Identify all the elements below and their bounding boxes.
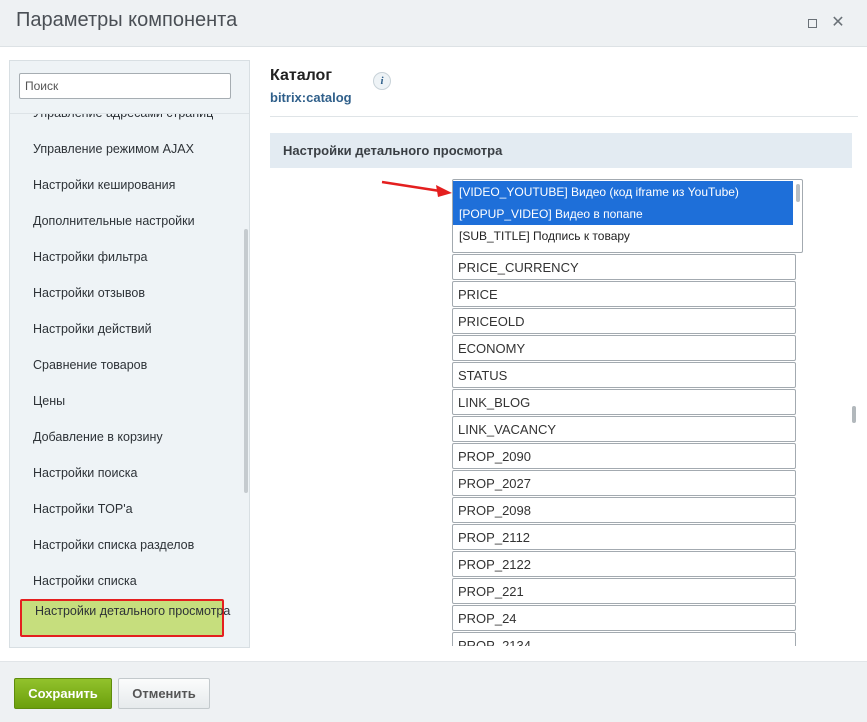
- sidebar-item[interactable]: Настройки кеширования: [10, 167, 240, 203]
- sidebar-scrollbar[interactable]: [244, 229, 248, 493]
- property-inputs: [452, 254, 796, 646]
- main-scrollbar[interactable]: [852, 406, 856, 423]
- sidebar-item[interactable]: Сравнение товаров: [10, 347, 240, 383]
- sidebar-item[interactable]: Настройки отзывов: [10, 275, 240, 311]
- info-icon[interactable]: i: [373, 72, 391, 90]
- property-code-input[interactable]: [452, 524, 796, 550]
- multiselect-option[interactable]: [VIDEO_YOUTUBE] Видео (код iframe из You…: [453, 181, 793, 203]
- component-title: Каталог: [270, 67, 332, 84]
- sidebar-item[interactable]: Управление режимом AJAX: [10, 131, 240, 167]
- property-code-input[interactable]: [452, 497, 796, 523]
- property-code-input[interactable]: [452, 335, 796, 361]
- sidebar-item[interactable]: Настройки списка разделов: [10, 527, 240, 563]
- sidebar-item[interactable]: Цены: [10, 383, 240, 419]
- dialog-footer: Сохранить Отменить: [0, 661, 867, 722]
- property-code-input[interactable]: [452, 578, 796, 604]
- multiselect-option[interactable]: [POPUP_VIDEO] Видео в попапе: [453, 203, 793, 225]
- property-code-input[interactable]: [452, 389, 796, 415]
- multiselect-option[interactable]: [HELP_TEXT]: [453, 247, 793, 252]
- sidebar: Управление адресами страницУправление ре…: [9, 60, 250, 648]
- search-input[interactable]: [19, 73, 231, 99]
- close-icon[interactable]: ✕: [829, 14, 847, 32]
- sidebar-item[interactable]: Настройки действий: [10, 311, 240, 347]
- dialog-title: Параметры компонента: [16, 9, 238, 31]
- sidebar-item[interactable]: Настройки списка: [10, 563, 240, 599]
- sidebar-item[interactable]: Добавление в корзину: [10, 419, 240, 455]
- properties-multiselect[interactable]: [VIDEO_YOUTUBE] Видео (код iframe из You…: [452, 179, 803, 253]
- dialog-titlebar: Параметры компонента ✕: [0, 0, 867, 47]
- sidebar-item[interactable]: Дополнительные настройки: [10, 203, 240, 239]
- component-code: bitrix:catalog: [270, 90, 352, 105]
- property-code-input[interactable]: [452, 416, 796, 442]
- property-code-input[interactable]: [452, 443, 796, 469]
- search-bar: [10, 61, 249, 114]
- sidebar-item[interactable]: Настройки: [10, 637, 240, 647]
- sidebar-list: Управление адресами страницУправление ре…: [10, 95, 240, 647]
- property-code-input[interactable]: [452, 308, 796, 334]
- property-code-input[interactable]: [452, 632, 796, 646]
- sidebar-item[interactable]: Настройки TOP'a: [10, 491, 240, 527]
- maximize-icon[interactable]: [803, 14, 821, 32]
- multiselect-scrollbar[interactable]: [796, 184, 800, 202]
- property-code-input[interactable]: [452, 281, 796, 307]
- cancel-button[interactable]: Отменить: [118, 678, 210, 709]
- property-code-input[interactable]: [452, 362, 796, 388]
- section-title: Настройки детального просмотра: [270, 133, 852, 168]
- property-code-input[interactable]: [452, 605, 796, 631]
- annotation-arrow-icon: [381, 180, 452, 197]
- divider: [270, 116, 858, 117]
- save-button[interactable]: Сохранить: [14, 678, 112, 709]
- sidebar-item[interactable]: Настройки поиска: [10, 455, 240, 491]
- sidebar-item-active[interactable]: Настройки детального просмотра: [20, 599, 230, 637]
- property-code-input[interactable]: [452, 470, 796, 496]
- property-code-input[interactable]: [452, 551, 796, 577]
- multiselect-option[interactable]: [SUB_TITLE] Подпись к товару: [453, 225, 793, 247]
- sidebar-item[interactable]: Настройки фильтра: [10, 239, 240, 275]
- property-code-input[interactable]: [452, 254, 796, 280]
